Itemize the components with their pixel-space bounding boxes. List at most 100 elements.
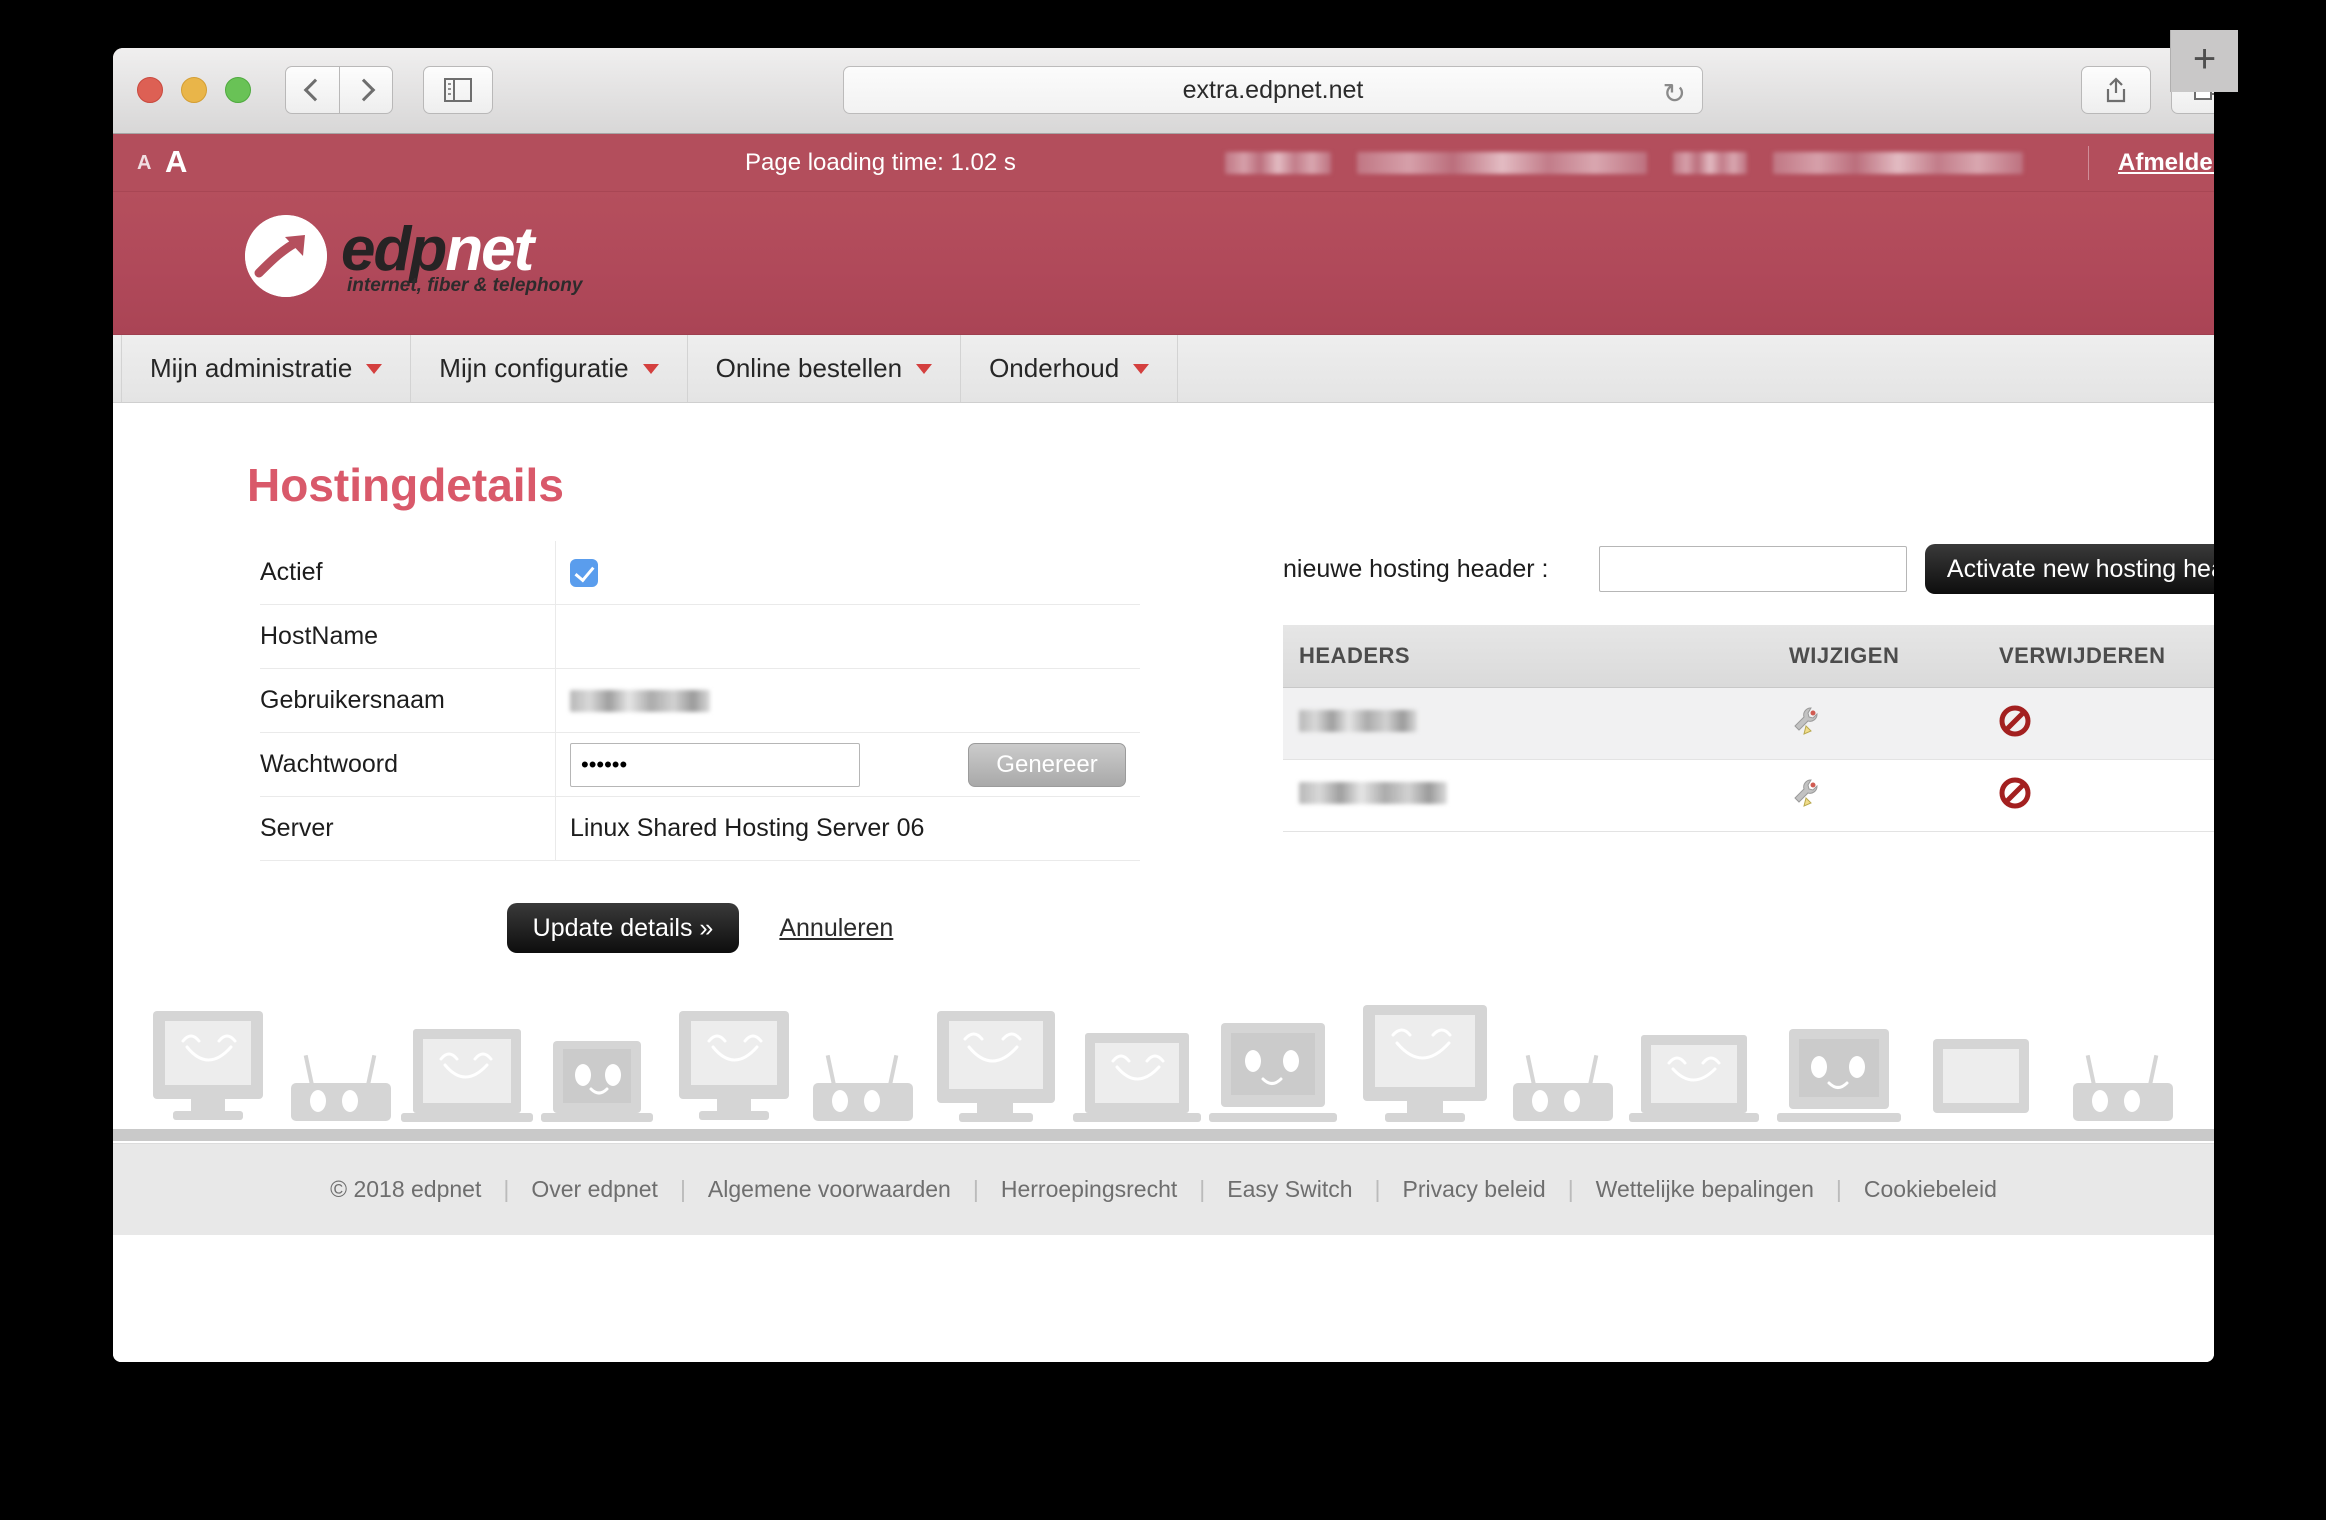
footer-link-over-edpnet[interactable]: Over edpnet (509, 1176, 680, 1203)
table-row (1283, 687, 2214, 760)
nav-item-onderhoud[interactable]: Onderhoud (961, 335, 1179, 402)
edpnet-logo[interactable]: edpnet internet, fiber & telephony (245, 214, 582, 297)
actief-checkbox[interactable] (570, 558, 598, 587)
wrench-pencil-icon[interactable] (1789, 776, 1823, 810)
gebruikersnaam-value (555, 669, 1140, 732)
font-size-large-button[interactable]: A (165, 144, 187, 180)
footer-link-easy-switch[interactable]: Easy Switch (1205, 1176, 1374, 1203)
window-controls (137, 77, 251, 103)
logo-text-edp: edp (341, 215, 447, 284)
footer-link-herroepingsrecht[interactable]: Herroepingsrecht (979, 1176, 1199, 1203)
table-body (1283, 687, 2214, 832)
chevron-down-icon (916, 363, 933, 374)
pagination: 1 (1283, 854, 2214, 896)
table-header-row: HEADERS WIJZIGEN VERWIJDEREN (1283, 625, 2214, 688)
footer-link-privacy-beleid[interactable]: Privacy beleid (1381, 1176, 1568, 1203)
nav-item-mijn-configuratie[interactable]: Mijn configuratie (411, 335, 688, 402)
form-row-gebruikersnaam: Gebruikersnaam (260, 669, 1140, 733)
share-button[interactable] (2081, 66, 2151, 114)
url-text: extra.edpnet.net (1182, 75, 1364, 104)
chevron-down-icon (366, 363, 383, 374)
new-header-input[interactable] (1598, 546, 1907, 592)
cancel-link[interactable]: Annuleren (779, 914, 893, 943)
field-label: HostName (260, 622, 379, 650)
page-viewport: A A Page loading time: 1.02 s Afmelden (113, 134, 2214, 1362)
browser-window: extra.edpnet.net ↻ A A Page loading time… (113, 48, 2214, 1362)
footer-link-cookiebeleid[interactable]: Cookiebeleid (1842, 1176, 2019, 1203)
logo-tagline: internet, fiber & telephony (347, 275, 583, 296)
forward-button[interactable] (339, 66, 393, 114)
delete-cell (1983, 759, 2214, 832)
maximize-window-button[interactable] (225, 77, 251, 103)
hosting-headers-panel: nieuwe hosting header : Activate new hos… (1283, 541, 2214, 896)
edit-cell (1773, 687, 1983, 760)
footer-link-wettelijke-bepalingen[interactable]: Wettelijke bepalingen (1574, 1176, 1836, 1203)
logo-arrow-icon (245, 214, 327, 297)
generate-password-button[interactable]: Genereer (968, 743, 1126, 787)
form-row-server: Server Linux Shared Hosting Server 06 (260, 797, 1140, 861)
sidebar-icon (444, 78, 472, 102)
footer-illustration (113, 1005, 2214, 1141)
server-value: Linux Shared Hosting Server 06 (555, 797, 1140, 860)
hosting-details-form: Actief HostName Gebruikersnaam Wachtwoor… (260, 541, 1140, 861)
account-info-redacted (1225, 152, 2023, 174)
footer-bar: © 2018 edpnet | Over edpnet | Algemene v… (113, 1143, 2214, 1235)
chevron-left-icon (303, 78, 327, 102)
nav-label: Onderhoud (989, 353, 1120, 383)
no-entry-icon[interactable] (1999, 705, 2031, 737)
field-label: Wachtwoord (260, 750, 399, 778)
sidebar-toggle-button[interactable] (423, 66, 493, 114)
column-header-headers: HEADERS (1283, 625, 1773, 688)
nav-item-online-bestellen[interactable]: Online bestellen (688, 335, 962, 402)
chevron-down-icon (642, 363, 659, 374)
new-header-row: nieuwe hosting header : Activate new hos… (1283, 541, 2214, 597)
main-navigation: Mijn administratie Mijn configuratie Onl… (113, 335, 2214, 403)
brand-header: edpnet internet, fiber & telephony Cust … (113, 192, 2214, 522)
form-row-wachtwoord: Wachtwoord Genereer (260, 733, 1140, 797)
table-head: HEADERS WIJZIGEN VERWIJDEREN (1283, 625, 2214, 688)
nav-label: Online bestellen (715, 353, 903, 383)
field-label: Server (260, 814, 334, 842)
column-header-wijzigen: WIJZIGEN (1773, 625, 1983, 688)
reload-icon[interactable]: ↻ (1663, 77, 1686, 110)
hostname-value (555, 605, 1140, 668)
back-button[interactable] (285, 66, 339, 114)
page-content: Hostingdetails Actief HostName Gebruiker… (113, 403, 2214, 1235)
form-row-hostname: HostName (260, 605, 1140, 669)
edit-cell (1773, 759, 1983, 832)
footer-link-algemene-voorwaarden[interactable]: Algemene voorwaarden (686, 1176, 973, 1203)
redacted-text (1225, 152, 1331, 174)
no-entry-icon[interactable] (1999, 777, 2031, 809)
utility-bar: A A Page loading time: 1.02 s Afmelden (113, 134, 2214, 192)
logo-text-net: net (445, 215, 534, 284)
new-tab-button[interactable]: + (2170, 30, 2238, 92)
form-row-actief: Actief (260, 541, 1140, 605)
nav-item-mijn-administratie[interactable]: Mijn administratie (121, 335, 412, 402)
logout-link[interactable]: Afmelden (2118, 149, 2214, 177)
redacted-text (1773, 152, 2023, 174)
close-window-button[interactable] (137, 77, 163, 103)
page-title: Hostingdetails (247, 459, 564, 511)
divider (2088, 146, 2089, 180)
wachtwoord-value: Genereer (555, 733, 1140, 796)
form-actions: Update details » Annuleren (260, 903, 1140, 953)
wrench-pencil-icon[interactable] (1789, 704, 1823, 738)
header-value-cell (1283, 687, 1773, 760)
delete-cell (1983, 687, 2214, 760)
field-label: Actief (260, 558, 323, 586)
new-header-label: nieuwe hosting header : (1283, 554, 1549, 583)
header-value-cell (1283, 759, 1773, 832)
font-size-small-button[interactable]: A (137, 152, 151, 175)
nav-label: Mijn configuratie (439, 353, 629, 383)
update-details-button[interactable]: Update details » (506, 903, 740, 953)
field-label: Gebruikersnaam (260, 686, 445, 714)
activate-new-hosting-header-button[interactable]: Activate new hosting header (1924, 544, 2214, 594)
address-bar[interactable]: extra.edpnet.net ↻ (843, 66, 1703, 114)
redacted-text (1299, 782, 1447, 804)
column-header-verwijderen: VERWIJDEREN (1983, 625, 2214, 688)
minimize-window-button[interactable] (181, 77, 207, 103)
field-value (555, 541, 1140, 604)
password-input[interactable] (570, 742, 860, 787)
redacted-text (1357, 152, 1647, 174)
chevron-down-icon (1133, 363, 1150, 374)
